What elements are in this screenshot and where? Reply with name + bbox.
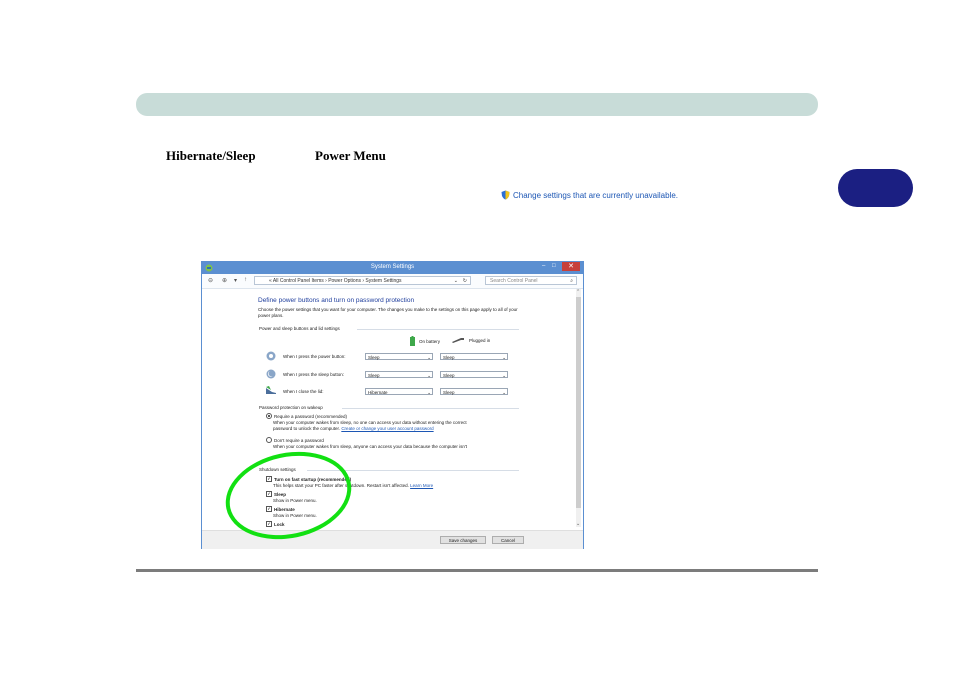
sleep-button-battery-select[interactable]: Sleep ⌄ [365,371,433,378]
require-password-desc-2-row: password to unlock the computer. Create … [273,426,434,431]
page-title: Define power buttons and turn on passwor… [258,297,415,304]
power-icon [266,351,276,361]
chevron-down-icon[interactable]: ⌄ [454,277,458,286]
lid-battery-select[interactable]: Hibernate ⌄ [365,388,433,395]
minimize-button[interactable]: – [542,263,545,269]
column-on-battery: On battery [409,336,440,346]
window-title: System Settings [370,264,415,270]
chevron-down-icon: ⌄ [427,354,431,360]
learn-more-link[interactable]: Learn More [410,483,433,488]
require-password-desc-2: password to unlock the computer. [273,426,341,431]
recent-pages-icon[interactable]: ▾ [234,277,237,284]
change-settings-label: Change settings that are currently unava… [513,190,678,200]
radio-unselected [266,437,272,443]
require-password-desc-1: When your computer wakes from sleep, no … [273,420,467,425]
chevron-down-icon: ⌄ [502,354,506,360]
chevron-down-icon: ⌄ [427,389,431,395]
scroll-thumb[interactable] [576,297,581,508]
select-value: Sleep [368,355,380,360]
shield-icon [501,190,510,200]
search-icon: ⌕ [570,278,573,284]
back-icon[interactable]: ⊖ [208,277,213,284]
chevron-down-icon: ⌄ [427,372,431,378]
title-bar: System Settings – □ ✕ [202,262,583,274]
chevron-down-icon: ⌄ [502,389,506,395]
lid-label: When I close the lid: [283,389,324,394]
address-text: « All Control Panel Items › Power Option… [269,278,402,284]
forward-icon[interactable]: ⊕ [222,277,227,284]
address-bar-row: ⊖ ⊕ ▾ ↑ « All Control Panel Items › Powe… [202,274,583,289]
lid-plugged-select[interactable]: Sleep ⌄ [440,388,508,395]
column-plugged-in-label: Plugged in [469,337,491,343]
footer-rule [136,569,818,572]
vertical-scrollbar[interactable]: ⌃ ⌄ [576,289,581,527]
select-value: Sleep [443,390,455,395]
heading-power-menu: Power Menu [315,148,386,163]
scroll-down-icon[interactable]: ⌄ [576,521,580,527]
power-button-battery-select[interactable]: Sleep ⌄ [365,353,433,360]
refresh-icon[interactable]: ↻ [463,277,467,286]
select-value: Sleep [368,373,380,378]
chevron-down-icon: ⌄ [502,372,506,378]
require-password-radio[interactable]: Require a password (recommended) [266,413,347,419]
laptop-lid-icon [266,386,276,394]
power-button-plugged-select[interactable]: Sleep ⌄ [440,353,508,360]
sleep-icon [266,369,276,379]
section-divider [342,408,519,409]
column-on-battery-label: On battery [419,338,441,344]
page-description: Choose the power settings that you want … [258,307,518,318]
section-divider [357,329,519,330]
column-plugged-in: Plugged in [452,337,490,343]
radio-selected [266,413,272,419]
search-placeholder: Search Control Panel [490,278,538,284]
section-power-heading: Power and sleep buttons and lid settings [259,326,340,331]
chapter-tab [838,169,913,207]
select-value: Hibernate [368,390,388,395]
section-password-heading: Password protection on wakeup [259,405,323,410]
battery-icon [410,336,415,346]
power-button-label: When I press the power button: [283,354,346,359]
address-input[interactable]: « All Control Panel Items › Power Option… [254,276,471,285]
sleep-button-row: When I press the sleep button: Sleep ⌄ Sl… [265,369,515,379]
change-password-link[interactable]: Create or change your user account passw… [341,426,433,431]
heading-hibernate-sleep: Hibernate/Sleep [166,148,256,163]
plug-icon [452,338,464,343]
cancel-button[interactable]: Cancel [492,536,524,544]
search-input[interactable]: Search Control Panel ⌕ [485,276,577,285]
lid-row: When I close the lid: Hibernate ⌄ Sleep ⌄ [265,386,515,396]
no-password-radio[interactable]: Don't require a password [266,437,324,443]
up-icon[interactable]: ↑ [244,277,247,283]
change-settings-link[interactable]: Change settings that are currently unava… [501,190,678,200]
save-changes-button[interactable]: Save changes [440,536,486,544]
require-password-label: Require a password (recommended) [274,413,348,419]
sleep-button-label: When I press the sleep button: [283,372,345,377]
no-password-label: Don't require a password [274,437,324,443]
sleep-button-plugged-select[interactable]: Sleep ⌄ [440,371,508,378]
no-password-desc: When your computer wakes from sleep, any… [273,444,467,449]
maximize-button[interactable]: □ [552,263,556,269]
select-value: Sleep [443,373,455,378]
header-bar [136,93,818,116]
scroll-up-icon[interactable]: ⌃ [576,289,580,295]
close-button[interactable]: ✕ [562,262,580,271]
select-value: Sleep [443,355,455,360]
power-button-row: When I press the power button: Sleep ⌄ Sl… [265,351,515,361]
